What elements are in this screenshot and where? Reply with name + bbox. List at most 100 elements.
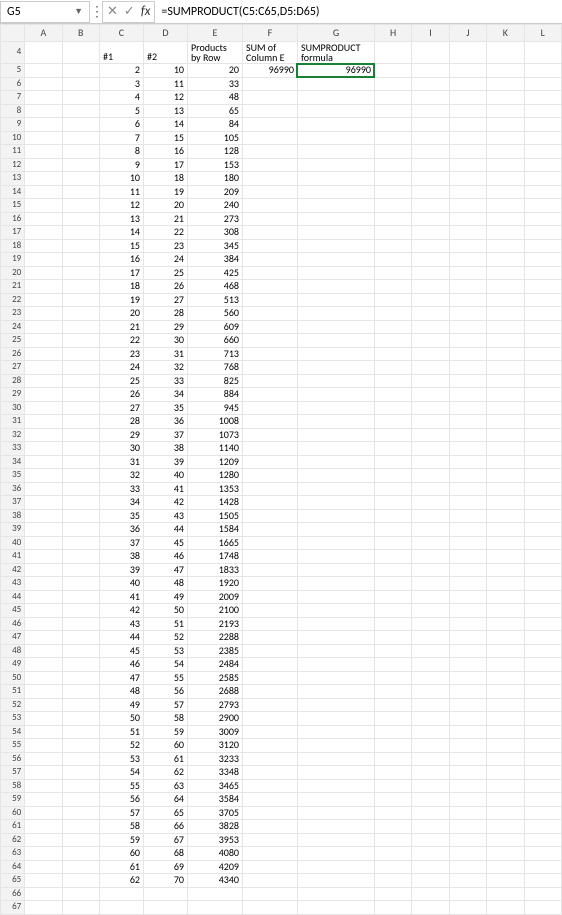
cell[interactable]: 660 [187, 334, 242, 348]
row-header[interactable]: 49 [1, 658, 25, 672]
cell[interactable]: 52 [99, 739, 143, 753]
cell[interactable]: 13 [99, 212, 143, 226]
formula-input[interactable]: =SUMPRODUCT(C5:C65,D5:D65) [155, 5, 562, 19]
cell[interactable] [374, 658, 411, 672]
cell[interactable]: 58 [143, 712, 187, 726]
cell[interactable] [62, 253, 99, 267]
cell[interactable] [412, 91, 449, 105]
cell[interactable] [487, 118, 524, 132]
cell[interactable] [374, 644, 411, 658]
cell[interactable] [242, 185, 297, 199]
cell[interactable] [449, 64, 486, 78]
row-header[interactable]: 48 [1, 644, 25, 658]
cell[interactable] [449, 172, 486, 186]
cell[interactable] [374, 820, 411, 834]
cell[interactable] [487, 671, 524, 685]
cell[interactable] [242, 698, 297, 712]
cell[interactable]: 513 [187, 293, 242, 307]
row-header[interactable]: 65 [1, 874, 25, 888]
cell[interactable] [487, 779, 524, 793]
cell[interactable] [374, 77, 411, 91]
row-header[interactable]: 29 [1, 388, 25, 402]
cell[interactable] [449, 388, 486, 402]
cell[interactable]: 945 [187, 401, 242, 415]
header-cell[interactable]: SUMPRODUCTformula [297, 42, 374, 64]
cell[interactable] [412, 307, 449, 321]
cell[interactable] [62, 658, 99, 672]
cell[interactable] [25, 374, 62, 388]
cell[interactable]: 32 [99, 469, 143, 483]
cell[interactable] [297, 779, 374, 793]
cell[interactable]: 3120 [187, 739, 242, 753]
cell[interactable] [242, 806, 297, 820]
cell[interactable] [412, 496, 449, 510]
cell[interactable] [412, 415, 449, 429]
cell[interactable] [62, 158, 99, 172]
cell[interactable]: 40 [99, 577, 143, 591]
cell[interactable]: 128 [187, 145, 242, 159]
cell[interactable]: 3705 [187, 806, 242, 820]
cell[interactable] [297, 442, 374, 456]
cell[interactable] [242, 280, 297, 294]
cell[interactable]: 61 [99, 860, 143, 874]
cell[interactable] [25, 266, 62, 280]
cell[interactable] [524, 482, 561, 496]
cell[interactable] [297, 334, 374, 348]
row-header[interactable]: 30 [1, 401, 25, 415]
cell[interactable]: 48 [187, 91, 242, 105]
cell[interactable] [524, 820, 561, 834]
cell[interactable] [242, 415, 297, 429]
cell[interactable] [449, 104, 486, 118]
row-header[interactable]: 60 [1, 806, 25, 820]
cell[interactable] [62, 604, 99, 618]
cell[interactable] [242, 523, 297, 537]
cell[interactable]: 609 [187, 320, 242, 334]
cell[interactable] [449, 725, 486, 739]
cell[interactable] [449, 42, 486, 64]
cell[interactable] [62, 442, 99, 456]
cell[interactable] [412, 320, 449, 334]
cell[interactable] [62, 131, 99, 145]
cell[interactable]: 10 [143, 64, 187, 78]
cell[interactable] [524, 320, 561, 334]
cell[interactable] [25, 253, 62, 267]
cell[interactable] [62, 806, 99, 820]
cell[interactable] [524, 388, 561, 402]
cell[interactable] [412, 604, 449, 618]
cell[interactable] [25, 509, 62, 523]
cell[interactable]: 23 [143, 239, 187, 253]
cell[interactable] [487, 860, 524, 874]
column-header[interactable]: K [487, 25, 524, 42]
row-header[interactable]: 57 [1, 766, 25, 780]
cell[interactable] [242, 388, 297, 402]
cell[interactable] [242, 374, 297, 388]
cell[interactable] [412, 253, 449, 267]
cell[interactable] [524, 266, 561, 280]
cell[interactable] [242, 307, 297, 321]
cell[interactable] [374, 739, 411, 753]
cell[interactable] [412, 563, 449, 577]
cell[interactable] [187, 901, 242, 915]
cell[interactable] [297, 631, 374, 645]
row-header[interactable]: 14 [1, 185, 25, 199]
cell[interactable] [25, 631, 62, 645]
cell[interactable] [297, 887, 374, 901]
cell[interactable] [449, 334, 486, 348]
cell[interactable] [487, 388, 524, 402]
cell[interactable] [62, 509, 99, 523]
cell[interactable]: 61 [143, 752, 187, 766]
cell[interactable]: 1833 [187, 563, 242, 577]
cell[interactable]: 14 [143, 118, 187, 132]
cell[interactable] [412, 901, 449, 915]
select-all-corner[interactable] [1, 25, 25, 42]
cell[interactable]: 884 [187, 388, 242, 402]
cell[interactable]: 67 [143, 833, 187, 847]
cell[interactable] [25, 874, 62, 888]
column-header[interactable]: C [99, 25, 143, 42]
cell[interactable] [449, 577, 486, 591]
cell[interactable] [487, 239, 524, 253]
cell[interactable] [412, 779, 449, 793]
cell[interactable]: 32 [143, 361, 187, 375]
cell[interactable] [487, 455, 524, 469]
cell[interactable] [297, 185, 374, 199]
